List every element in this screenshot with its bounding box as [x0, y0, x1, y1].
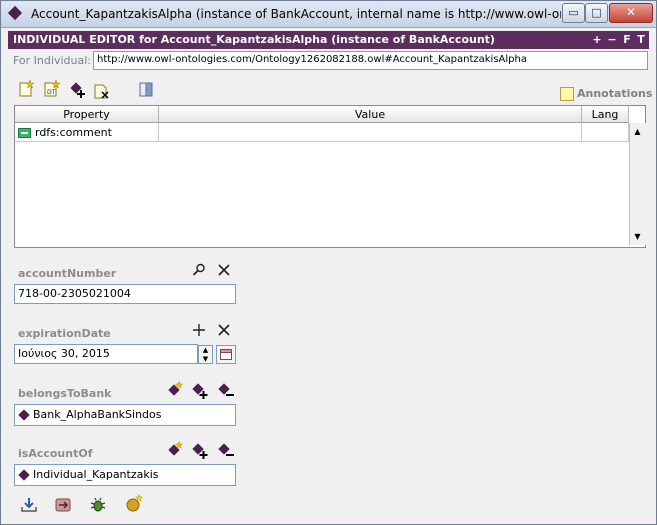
scroll-down-icon[interactable]: ▼: [630, 230, 645, 244]
editor-remove-button[interactable]: −: [607, 32, 617, 47]
editor-title: INDIVIDUAL EDITOR for Account_Kapantzaki…: [13, 33, 495, 46]
change-type-icon[interactable]: [54, 496, 72, 514]
row-lang-cell[interactable]: [582, 123, 629, 142]
row-property: rdfs:comment: [35, 126, 112, 139]
close-button[interactable]: ✕: [609, 3, 653, 23]
column-header-value[interactable]: Value: [159, 106, 582, 123]
row-value-cell[interactable]: [159, 123, 582, 142]
for-individual-label: For Individual:: [13, 54, 91, 67]
annotations-table: Property Value Lang rdfs:comment ▲ ▼: [14, 105, 646, 248]
scroll-up-icon[interactable]: ▲: [630, 125, 645, 139]
account-number-label: accountNumber: [18, 267, 117, 280]
import-icon[interactable]: [20, 496, 38, 514]
table-row[interactable]: rdfs:comment: [15, 123, 159, 142]
column-header-property[interactable]: Property: [15, 106, 159, 123]
title-bar[interactable]: Account_KapantzakisAlpha (instance of Ba…: [1, 1, 656, 28]
editor-add-button[interactable]: +: [592, 32, 602, 47]
calendar-button[interactable]: [216, 345, 236, 364]
belongs-to-bank-value: Bank_AlphaBankSindos: [33, 408, 162, 421]
delete-value-icon[interactable]: [216, 322, 232, 338]
add-value-icon[interactable]: [191, 322, 207, 338]
for-individual-field[interactable]: http://www.owl-ontologies.com/Ontology12…: [93, 51, 648, 70]
create-object-icon[interactable]: [125, 494, 143, 512]
svg-text:DT: DT: [47, 89, 56, 96]
expiration-date-label: expirationDate: [18, 327, 111, 340]
create-instance-icon[interactable]: [167, 381, 183, 397]
create-datatype-annotation-icon[interactable]: DT: [43, 80, 61, 98]
account-number-field[interactable]: 718-00-2305021004: [14, 284, 236, 304]
editor-f-button[interactable]: F: [622, 32, 632, 47]
add-instance-icon[interactable]: [192, 383, 208, 399]
search-icon[interactable]: [191, 262, 207, 278]
create-instance-icon[interactable]: [167, 441, 183, 457]
belongs-to-bank-label: belongsToBank: [18, 387, 112, 400]
view-columns-icon[interactable]: [138, 81, 156, 99]
editor-t-button[interactable]: T: [636, 32, 646, 47]
instance-diamond-icon: [18, 409, 30, 421]
date-spinner[interactable]: ▲ ▼: [198, 345, 213, 364]
annotations-note-icon: [560, 87, 574, 101]
create-annotation-icon[interactable]: [17, 80, 35, 98]
editor-header: INDIVIDUAL EDITOR for Account_Kapantzaki…: [8, 31, 649, 49]
is-account-of-value: Individual_Kapantzakis: [33, 468, 159, 481]
delete-value-icon[interactable]: [216, 262, 232, 278]
column-header-lang[interactable]: Lang: [582, 106, 629, 123]
annotations-label: Annotations: [577, 87, 653, 100]
add-instance-annotation-icon[interactable]: [69, 81, 87, 99]
individual-editor-window: Account_KapantzakisAlpha (instance of Ba…: [0, 0, 657, 525]
debug-bug-icon[interactable]: [89, 496, 107, 514]
belongs-to-bank-field[interactable]: Bank_AlphaBankSindos: [14, 404, 236, 426]
maximize-button[interactable]: □: [585, 3, 608, 23]
window-title: Account_KapantzakisAlpha (instance of Ba…: [31, 7, 561, 21]
remove-annotation-icon[interactable]: [93, 82, 111, 100]
annotation-property-icon: [18, 128, 31, 138]
chevron-up-icon[interactable]: ▲: [199, 346, 212, 354]
remove-instance-icon[interactable]: [218, 383, 234, 399]
instance-diamond-icon: [7, 5, 23, 21]
add-instance-icon[interactable]: [192, 443, 208, 459]
minimize-button[interactable]: ▭: [562, 3, 585, 23]
is-account-of-label: isAccountOf: [18, 447, 93, 460]
remove-instance-icon[interactable]: [218, 443, 234, 459]
instance-diamond-icon: [18, 469, 30, 481]
expiration-date-field[interactable]: Ιούνιος 30, 2015: [14, 344, 198, 364]
calendar-icon: [220, 349, 232, 360]
chevron-down-icon[interactable]: ▼: [199, 355, 212, 363]
is-account-of-field[interactable]: Individual_Kapantzakis: [14, 464, 236, 486]
table-scrollbar[interactable]: ▲ ▼: [629, 123, 646, 245]
